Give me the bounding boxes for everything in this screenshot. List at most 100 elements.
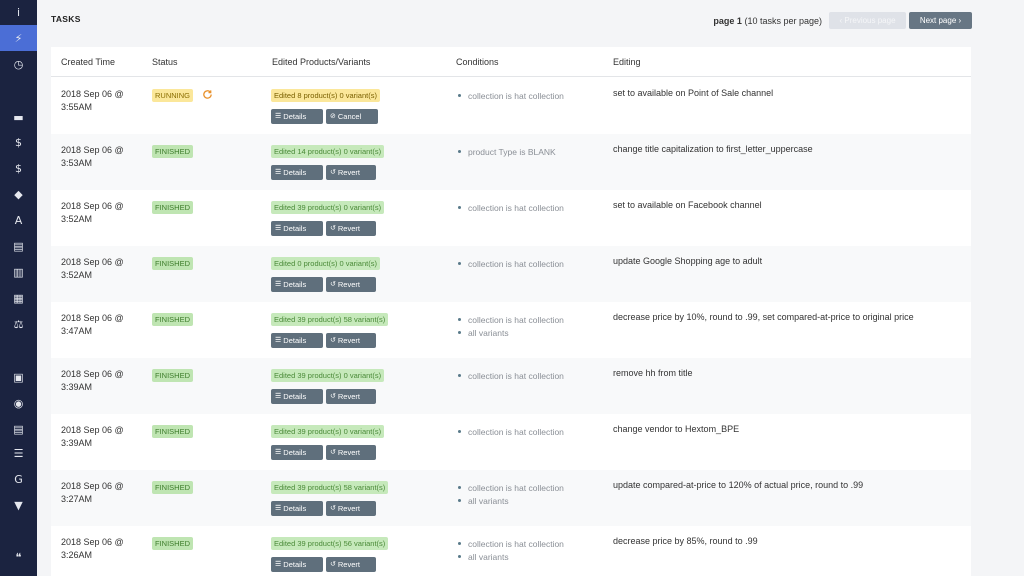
lightning-icon[interactable]: ⚡ bbox=[0, 25, 37, 51]
table-row: 2018 Sep 06 @ 3:39AM FINISHED Edited 39 pro… bbox=[51, 414, 971, 470]
undo-icon: ↺ bbox=[330, 168, 336, 176]
list-icon[interactable]: ☰ bbox=[0, 440, 37, 466]
status-badge: FINISHED bbox=[152, 201, 194, 214]
barcode-icon[interactable]: ▥ bbox=[0, 259, 37, 285]
file-icon[interactable]: ▤ bbox=[0, 233, 37, 259]
created-date: 2018 Sep 06 @ bbox=[61, 257, 124, 267]
tag-icon[interactable]: ◆ bbox=[0, 181, 37, 207]
dollar-icon[interactable]: $ bbox=[0, 129, 37, 155]
created-time: 2018 Sep 06 @ 3:39AM bbox=[61, 424, 151, 450]
table-row: 2018 Sep 06 @ 3:53AM FINISHED Edited 14 pro… bbox=[51, 134, 971, 190]
edited-count-badge: Edited 39 product(s) 58 variant(s) bbox=[271, 313, 389, 326]
condition-text: all variants bbox=[468, 327, 509, 338]
condition-item: all variants bbox=[458, 494, 564, 507]
condition-item: product Type is BLANK bbox=[458, 145, 556, 158]
bullet-icon bbox=[458, 150, 461, 153]
details-button[interactable]: ☰ Details bbox=[271, 165, 323, 180]
tasks-table: Created Time Status Edited Products/Vari… bbox=[51, 47, 971, 576]
eye-icon[interactable]: ◉ bbox=[0, 390, 37, 416]
column-header-conditions: Conditions bbox=[456, 57, 499, 67]
details-button[interactable]: ☰ Details bbox=[271, 277, 323, 292]
font-icon[interactable]: A bbox=[0, 207, 37, 233]
google-icon[interactable]: G bbox=[0, 466, 37, 492]
column-header-editing: Editing bbox=[613, 57, 641, 67]
list-icon: ☰ bbox=[275, 336, 282, 344]
created-clock: 3:52AM bbox=[61, 270, 93, 280]
bullet-icon bbox=[458, 206, 461, 209]
revert-button[interactable]: ↺ Revert bbox=[326, 333, 376, 348]
document-icon[interactable]: ▤ bbox=[0, 416, 37, 442]
row-actions: ☰ Details ↺ Revert bbox=[271, 557, 379, 572]
revert-button[interactable]: ↺ Revert bbox=[326, 221, 376, 236]
created-time: 2018 Sep 06 @ 3:53AM bbox=[61, 144, 151, 170]
undo-icon: ↺ bbox=[330, 560, 336, 568]
condition-item: all variants bbox=[458, 550, 564, 563]
undo-icon: ↺ bbox=[330, 448, 336, 456]
revert-button[interactable]: ↺ Revert bbox=[326, 389, 376, 404]
details-label: Details bbox=[283, 560, 307, 569]
edited-count-badge: Edited 39 product(s) 0 variant(s) bbox=[271, 369, 385, 382]
building-icon[interactable]: ▦ bbox=[0, 285, 37, 311]
main-content: TASKS page 1 (10 tasks per page) ‹ Previ… bbox=[37, 0, 1024, 576]
revert-button[interactable]: ↺ Revert bbox=[326, 445, 376, 460]
conditions-list: collection is hat collection bbox=[458, 201, 564, 214]
next-page-button[interactable]: Next page › bbox=[909, 12, 972, 29]
info-icon[interactable]: i bbox=[0, 0, 37, 25]
truck-icon[interactable]: ▬ bbox=[0, 104, 37, 130]
table-row: 2018 Sep 06 @ 3:39AM FINISHED Edited 39 pro… bbox=[51, 358, 971, 414]
details-button[interactable]: ☰ Details bbox=[271, 221, 323, 236]
details-button[interactable]: ☰ Details bbox=[271, 445, 323, 460]
page-meta: (10 tasks per page) bbox=[744, 15, 822, 26]
quote-icon[interactable]: ❝ bbox=[0, 544, 37, 570]
conditions-list: collection is hat collection bbox=[458, 369, 564, 382]
revert-label: Revert bbox=[337, 336, 360, 345]
details-button[interactable]: ☰ Details bbox=[271, 109, 323, 124]
balance-icon[interactable]: ⚖ bbox=[0, 311, 37, 337]
status-badge: FINISHED bbox=[152, 537, 194, 550]
clock-icon[interactable]: ◷ bbox=[0, 51, 37, 77]
edited-count-badge: Edited 39 product(s) 0 variant(s) bbox=[271, 201, 385, 214]
revert-button[interactable]: ↺ Revert bbox=[326, 277, 376, 292]
list-icon: ☰ bbox=[275, 560, 282, 568]
list-icon: ☰ bbox=[275, 392, 282, 400]
condition-item: collection is hat collection bbox=[458, 425, 564, 438]
created-date: 2018 Sep 06 @ bbox=[61, 313, 124, 323]
details-button[interactable]: ☰ Details bbox=[271, 501, 323, 516]
editing-description: update Google Shopping age to adult bbox=[613, 256, 763, 266]
conditions-list: collection is hat collection bbox=[458, 257, 564, 270]
status-badge: FINISHED bbox=[152, 145, 194, 158]
revert-label: Revert bbox=[337, 280, 360, 289]
created-time: 2018 Sep 06 @ 3:27AM bbox=[61, 480, 151, 506]
details-button[interactable]: ☰ Details bbox=[271, 389, 323, 404]
created-clock: 3:55AM bbox=[61, 102, 93, 112]
editing-description: change vendor to Hextom_BPE bbox=[613, 424, 740, 434]
created-time: 2018 Sep 06 @ 3:26AM bbox=[61, 536, 151, 562]
revert-button[interactable]: ↺ Revert bbox=[326, 501, 376, 516]
sidebar: i ⚡ ◷ ▬ $ $ ◆ A ▤ ▥ ▦ ⚖ ▣ ◉ ▤ ☰ G ▼ ❝ bbox=[0, 0, 37, 576]
row-actions: ☰ Details ↺ Revert bbox=[271, 445, 379, 460]
conditions-list: collection is hat collection all variants bbox=[458, 481, 564, 507]
details-label: Details bbox=[283, 112, 307, 121]
condition-text: collection is hat collection bbox=[468, 202, 564, 213]
condition-item: collection is hat collection bbox=[458, 537, 564, 550]
revert-button[interactable]: ↺ Revert bbox=[326, 165, 376, 180]
created-clock: 3:26AM bbox=[61, 550, 93, 560]
condition-text: collection is hat collection bbox=[468, 370, 564, 381]
details-button[interactable]: ☰ Details bbox=[271, 557, 323, 572]
bullet-icon bbox=[458, 331, 461, 334]
revert-label: Revert bbox=[337, 504, 360, 513]
cancel-button[interactable]: ⊘ Cancel bbox=[326, 109, 378, 124]
box-icon[interactable]: ▣ bbox=[0, 364, 37, 390]
edited-count-badge: Edited 39 product(s) 56 variant(s) bbox=[271, 537, 389, 550]
status-badge: FINISHED bbox=[152, 481, 194, 494]
revert-button[interactable]: ↺ Revert bbox=[326, 557, 376, 572]
strikethrough-dollar-icon[interactable]: $ bbox=[0, 155, 37, 181]
previous-page-button[interactable]: ‹ Previous page bbox=[829, 12, 906, 29]
condition-text: all variants bbox=[468, 495, 509, 506]
conditions-list: collection is hat collection bbox=[458, 89, 564, 102]
undo-icon: ↺ bbox=[330, 224, 336, 232]
row-actions: ☰ Details ↺ Revert bbox=[271, 389, 379, 404]
bullet-icon bbox=[458, 430, 461, 433]
details-button[interactable]: ☰ Details bbox=[271, 333, 323, 348]
filter-icon[interactable]: ▼ bbox=[0, 492, 37, 518]
